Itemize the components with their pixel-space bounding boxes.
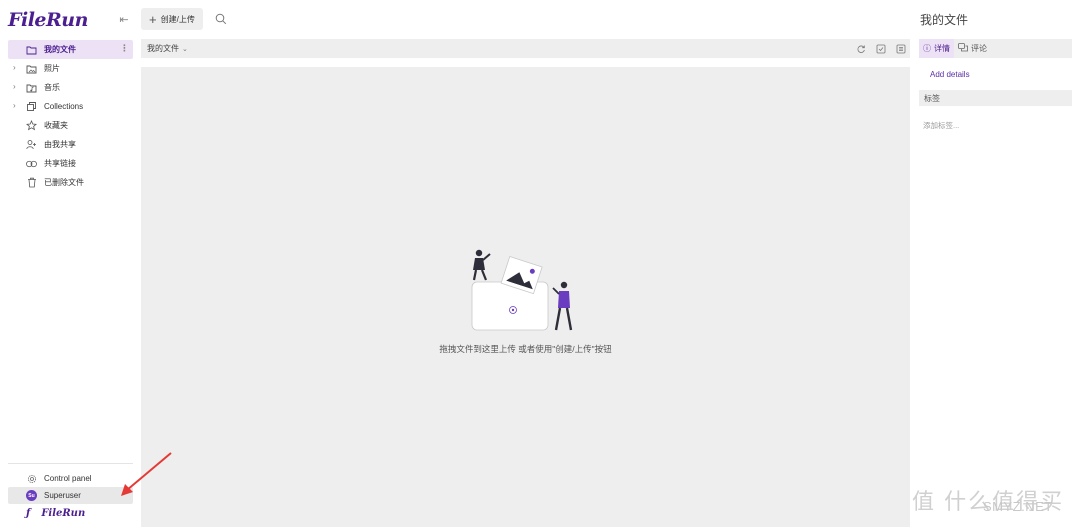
sidebar-item-favorites[interactable]: 收藏夹 — [8, 116, 133, 135]
star-icon — [26, 120, 37, 131]
chevron-down-icon[interactable]: ⌄ — [182, 45, 188, 53]
avatar-initials: Su — [26, 490, 37, 501]
tab-details-label: 详情 — [934, 44, 950, 53]
control-panel-label: Control panel — [44, 474, 92, 483]
file-drop-area[interactable]: 拖拽文件到这里上传 或者使用"创建/上传"按钮 — [141, 67, 910, 527]
create-upload-button[interactable]: + 创建/上传 — [141, 8, 203, 30]
sidebar-item-label: 共享链接 — [44, 159, 76, 168]
footer-logo: ƒ FileRun — [8, 508, 85, 519]
folder-icon — [26, 44, 37, 55]
comment-icon — [958, 43, 968, 54]
sidebar-nav: 我的文件 ⋮ › 照片 › 音乐 › Collections 收藏夹 由我共享 … — [8, 40, 133, 192]
filerun-mark-icon: ƒ — [26, 508, 31, 519]
sidebar-item-label: 收藏夹 — [44, 121, 68, 130]
add-tag-input[interactable]: 添加标签... — [923, 120, 959, 131]
sidebar-item-label: Collections — [44, 102, 84, 111]
more-options-icon[interactable]: ⋮ — [120, 43, 129, 54]
tab-comments[interactable]: 评论 — [954, 39, 991, 58]
upload-illustration — [471, 249, 573, 331]
select-all-icon[interactable] — [875, 43, 886, 54]
breadcrumb-current[interactable]: 我的文件 — [147, 43, 179, 54]
app-logo[interactable]: FileRun — [8, 8, 88, 32]
info-icon: ⓘ — [923, 44, 931, 53]
view-mode-icon[interactable] — [895, 43, 906, 54]
footer-logo-text: FileRun — [41, 508, 86, 519]
refresh-icon[interactable] — [855, 43, 866, 54]
details-tabs: ⓘ 详情 评论 — [919, 39, 1072, 58]
plus-icon: + — [149, 11, 157, 27]
sidebar: FileRun ⇤ 我的文件 ⋮ › 照片 › 音乐 › Collections… — [0, 0, 138, 527]
avatar: Su — [26, 490, 37, 501]
sidebar-item-label: 照片 — [44, 64, 60, 73]
add-details-link[interactable]: Add details — [930, 70, 970, 79]
tab-comments-label: 评论 — [971, 44, 987, 53]
tab-details[interactable]: ⓘ 详情 — [919, 39, 954, 58]
annotation-arrow — [121, 452, 172, 496]
view-tools — [855, 43, 906, 54]
create-upload-label: 创建/上传 — [160, 14, 195, 24]
music-folder-icon — [26, 82, 37, 93]
sidebar-item-my-files[interactable]: 我的文件 ⋮ — [8, 40, 133, 59]
sidebar-item-shared-by-me[interactable]: 由我共享 — [8, 135, 133, 154]
search-icon — [215, 13, 226, 25]
sidebar-item-shared-links[interactable]: 共享链接 — [8, 154, 133, 173]
sidebar-item-label: 我的文件 — [44, 45, 76, 54]
sidebar-item-label: 已删除文件 — [44, 178, 84, 187]
breadcrumb: 我的文件 ⌄ — [141, 39, 910, 58]
sidebar-item-label: 音乐 — [44, 83, 60, 92]
search-button[interactable] — [212, 10, 230, 28]
details-title: 我的文件 — [920, 13, 969, 27]
collapse-sidebar-icon[interactable]: ⇤ — [117, 13, 131, 27]
chevron-right-icon[interactable]: › — [13, 101, 16, 110]
chevron-right-icon[interactable]: › — [13, 82, 16, 91]
empty-state-text: 拖拽文件到这里上传 或者使用"创建/上传"按钮 — [439, 344, 612, 354]
sidebar-item-music[interactable]: › 音乐 — [8, 78, 133, 97]
sidebar-item-label: 由我共享 — [44, 140, 76, 149]
logo-text: FileRun — [8, 9, 88, 31]
sidebar-item-trash[interactable]: 已删除文件 — [8, 173, 133, 192]
trash-icon — [26, 177, 37, 188]
link-icon — [26, 158, 37, 169]
photo-folder-icon — [26, 63, 37, 74]
tags-header: 标签 — [919, 90, 1072, 106]
watermark-en: SMYZ.NET — [983, 499, 1053, 514]
top-toolbar: + 创建/上传 — [141, 8, 230, 30]
sidebar-item-collections[interactable]: › Collections — [8, 97, 133, 116]
collections-icon — [26, 101, 37, 112]
chevron-right-icon[interactable]: › — [13, 63, 16, 72]
user-share-icon — [26, 139, 37, 150]
gear-icon — [26, 473, 37, 484]
user-name: Superuser — [44, 491, 81, 500]
sidebar-item-photos[interactable]: › 照片 — [8, 59, 133, 78]
